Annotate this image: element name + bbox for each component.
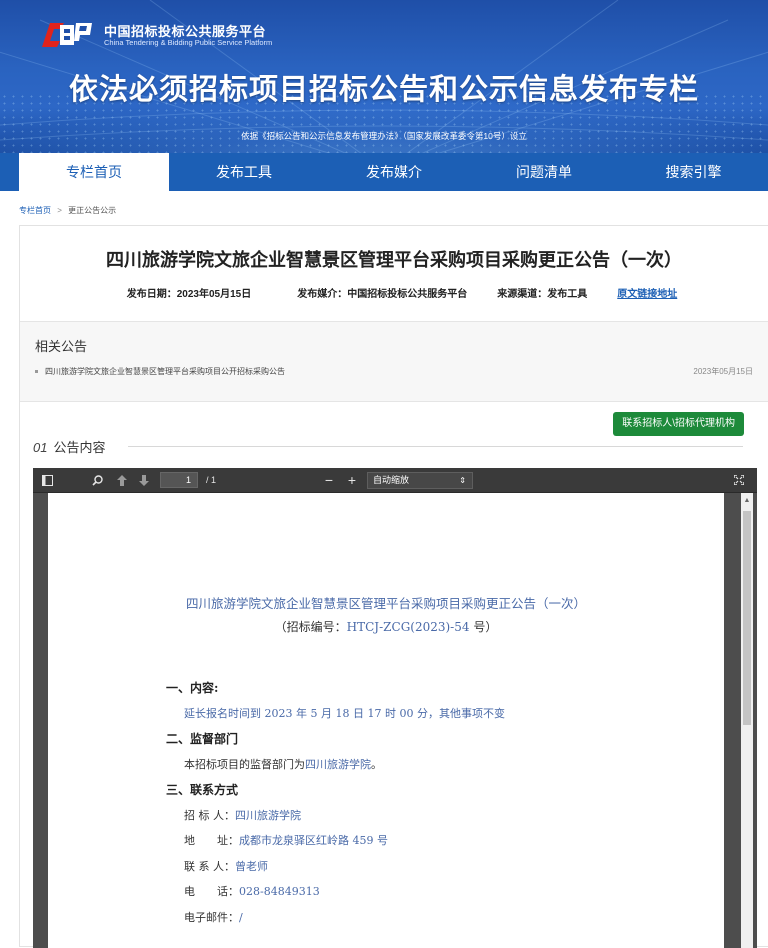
doc-section-2-heading: 二、监督部门 (166, 732, 239, 746)
doc-contact-row: 联 系 人：曾老师 (184, 858, 268, 874)
banner-subtitle: 依据《招标公告和公示信息发布管理办法》（国家发展改革委令第10号）设立 (241, 131, 527, 141)
doc-section-2-text: 本招标项目的监督部门为四川旅游学院。 (184, 756, 382, 772)
doc-section-3-heading: 三、联系方式 (166, 783, 239, 797)
doc-section-1-text: 延长报名时间到 2023 年 5 月 18 日 17 时 00 分，其他事项不变 (184, 707, 505, 720)
chevron-updown-icon: ⇕ (459, 476, 466, 485)
page-number-input[interactable]: 1 (160, 472, 198, 488)
doc-s2-suffix: 。 (371, 758, 382, 771)
nav-publish-media[interactable]: 发布媒介 (319, 153, 469, 191)
related-item[interactable]: 四川旅游学院文旅企业智慧景区管理平台采购项目公开招标采购公告 2023年05月1… (35, 366, 753, 377)
doc-tenderer-label: 招 标 人： (184, 809, 235, 822)
source-channel: 来源渠道：发布工具 (497, 289, 588, 300)
search-icon[interactable] (89, 468, 105, 493)
page-total: / 1 (205, 475, 216, 485)
contact-tenderer-button[interactable]: 联系招标人\招标代理机构 (613, 412, 744, 436)
article-panel: 四川旅游学院文旅企业智慧景区管理平台采购项目采购更正公告（一次） 发布日期：20… (19, 225, 768, 948)
article-header: 四川旅游学院文旅企业智慧景区管理平台采购项目采购更正公告（一次） 发布日期：20… (20, 226, 768, 322)
platform-logo[interactable] (40, 17, 96, 53)
section-title: 公告内容 (53, 440, 106, 455)
zoom-select-value: 自动缩放 (373, 475, 410, 485)
pdf-page: 四川旅游学院文旅企业智慧景区管理平台采购项目采购更正公告（一次） （招标编号：H… (48, 493, 724, 948)
next-page-icon[interactable] (136, 468, 152, 493)
doc-contact-label: 联 系 人： (184, 860, 235, 873)
publish-date: 发布日期：2023年05月15日 (110, 285, 268, 300)
previous-page-icon[interactable] (114, 468, 130, 493)
section-label: 01 公告内容 (33, 437, 105, 456)
doc-code-value: HTCJ-ZCG(2023)-54 (346, 620, 470, 634)
doc-email-row: 电子邮件：/ (184, 909, 243, 925)
breadcrumb-home[interactable]: 专栏首页 (19, 206, 51, 215)
doc-s2-prefix: 本招标项目的监督部门为 (184, 758, 305, 771)
nav-publish-tools[interactable]: 发布工具 (169, 153, 319, 191)
doc-phone-row: 电 话：028-84849313 (184, 883, 320, 899)
doc-address-row: 地 址：成都市龙泉驿区红岭路 459 号 (184, 832, 388, 848)
doc-code-prefix: （招标编号： (274, 620, 347, 634)
content-section-header: 联系招标人\招标代理机构 01 公告内容 (20, 402, 768, 468)
breadcrumb-separator: > (57, 206, 62, 215)
doc-phone-label: 电 话： (184, 885, 239, 898)
doc-title: 四川旅游学院文旅企业智慧景区管理平台采购项目采购更正公告（一次） (185, 596, 586, 611)
related-announcements: 相关公告 四川旅游学院文旅企业智慧景区管理平台采购项目公开招标采购公告 2023… (20, 322, 768, 402)
scroll-up-icon[interactable]: ▲ (741, 495, 753, 507)
zoom-select[interactable]: 自动缩放 ⇕ (367, 472, 473, 489)
pdf-page-area: 四川旅游学院文旅企业智慧景区管理平台采购项目采购更正公告（一次） （招标编号：H… (33, 493, 757, 948)
pdf-viewer: 1 / 1 − + 自动缩放 ⇕ 四川旅游学院文旅企业智慧景区管理平台采购项目采… (33, 468, 757, 948)
zoom-out-icon[interactable]: − (321, 468, 337, 493)
section-divider (128, 446, 743, 447)
doc-email-value: / (239, 911, 243, 924)
article-title: 四川旅游学院文旅企业智慧景区管理平台采购项目采购更正公告（一次） (106, 250, 682, 270)
doc-s2-value: 四川旅游学院 (305, 758, 371, 771)
original-link[interactable]: 原文链接地址 (617, 285, 677, 300)
publish-media: 发布媒介：中国招标投标公共服务平台 (297, 289, 468, 300)
doc-address-value: 成都市龙泉驿区红岭路 459 号 (239, 834, 388, 847)
doc-tenderer-value: 四川旅游学院 (235, 809, 301, 822)
zoom-in-icon[interactable]: + (344, 468, 360, 493)
sidebar-toggle-icon[interactable] (39, 468, 55, 493)
breadcrumb-current: 更正公告公示 (68, 206, 117, 215)
org-name-en: China Tendering & Bidding Public Service… (104, 38, 273, 47)
main-nav: 专栏首页 发布工具 发布媒介 问题清单 搜索引擎 (0, 153, 768, 191)
related-heading: 相关公告 (35, 339, 88, 354)
doc-code-suffix: 号） (473, 620, 498, 634)
doc-email-label: 电子邮件： (184, 911, 239, 924)
nav-faq[interactable]: 问题清单 (469, 153, 619, 191)
pdf-scrollbar[interactable]: ▲ (741, 493, 753, 948)
fullscreen-icon[interactable] (731, 468, 747, 493)
pdf-toolbar: 1 / 1 − + 自动缩放 ⇕ (33, 468, 757, 493)
doc-tender-code: （招标编号：HTCJ-ZCG(2023)-54 号） (48, 618, 724, 635)
banner-title: 依法必须招标项目招标公告和公示信息发布专栏 (68, 74, 699, 106)
site-banner: 中国招标投标公共服务平台 China Tendering & Bidding P… (0, 0, 768, 153)
related-item-title[interactable]: 四川旅游学院文旅企业智慧景区管理平台采购项目公开招标采购公告 (45, 367, 285, 376)
doc-tenderer-row: 招 标 人：四川旅游学院 (184, 807, 301, 823)
related-item-date: 2023年05月15日 (693, 367, 753, 376)
article-meta: 发布日期：2023年05月15日 发布媒介：中国招标投标公共服务平台 来源渠道：… (20, 285, 768, 300)
doc-phone-value: 028-84849313 (239, 885, 320, 898)
nav-search-engine[interactable]: 搜索引擎 (619, 153, 768, 191)
doc-contact-value: 曾老师 (235, 860, 268, 873)
nav-home[interactable]: 专栏首页 (19, 153, 169, 191)
scroll-thumb[interactable] (743, 511, 751, 725)
doc-address-label: 地 址： (184, 834, 239, 847)
bullet-icon (35, 370, 38, 374)
doc-section-1-heading: 一、内容: (166, 681, 219, 695)
section-number: 01 (33, 440, 48, 455)
